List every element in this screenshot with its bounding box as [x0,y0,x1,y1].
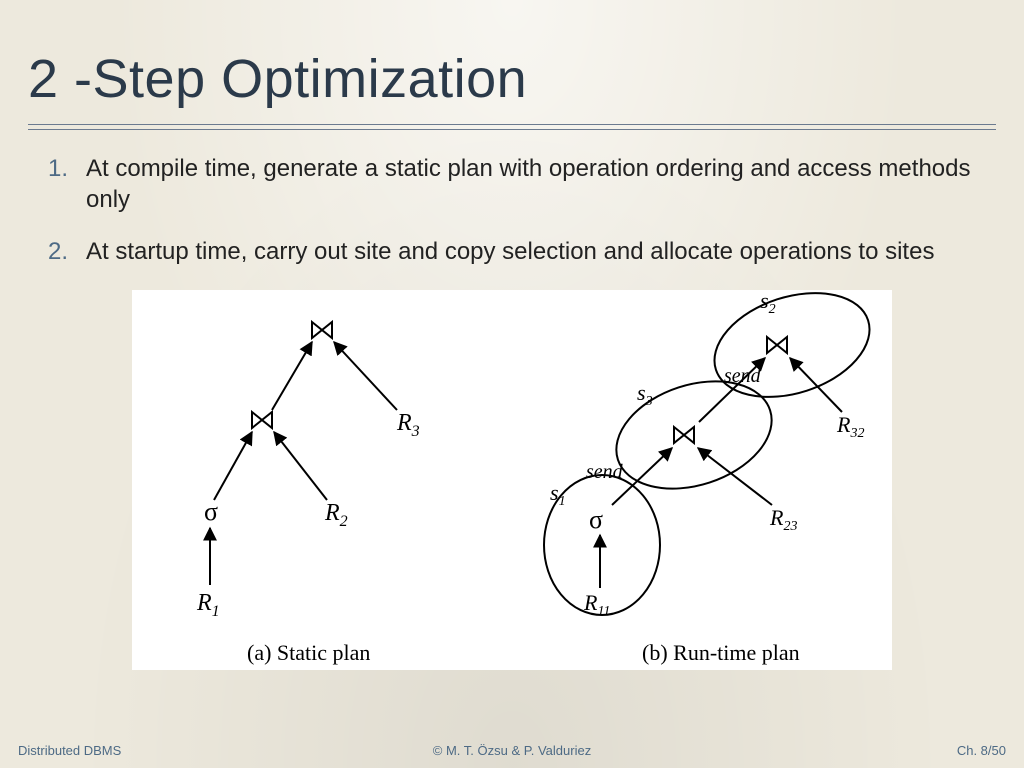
label-R32: R32 [836,412,864,441]
label-R3: R3 [396,410,420,440]
join-top-left [312,322,332,338]
footer: Distributed DBMS © M. T. Özsu & P. Valdu… [0,743,1024,758]
diagram: σ R3 R2 R1 (a) Static plan [132,290,892,670]
slide-title: 2 -Step Optimization [28,48,996,110]
footer-right: Ch. 8/50 [957,743,1006,758]
label-R23: R23 [769,505,797,534]
label-R2: R2 [324,500,348,530]
label-s1: s1 [550,480,566,509]
label-send-upper: send [724,365,762,387]
sigma-right: σ [589,505,603,534]
title-divider [28,124,996,130]
join-mid-left [252,412,272,428]
footer-center: © M. T. Özsu & P. Valduriez [433,743,591,758]
join-top-right [767,337,787,353]
sigma-left: σ [204,497,218,526]
caption-left: (a) Static plan [247,640,370,665]
bullet-list: At compile time, generate a static plan … [28,154,996,268]
label-send-lower: send [586,461,624,483]
point-2: At startup time, carry out site and copy… [48,237,988,268]
caption-right: (b) Run-time plan [642,640,800,665]
label-R11: R11 [583,590,610,619]
point-1: At compile time, generate a static plan … [48,154,988,215]
join-mid-right [674,427,694,443]
site-s2 [701,290,883,415]
label-s3: s3 [637,380,653,409]
label-s2: s2 [760,290,776,317]
label-R1: R1 [196,590,220,620]
footer-left: Distributed DBMS [18,743,121,758]
